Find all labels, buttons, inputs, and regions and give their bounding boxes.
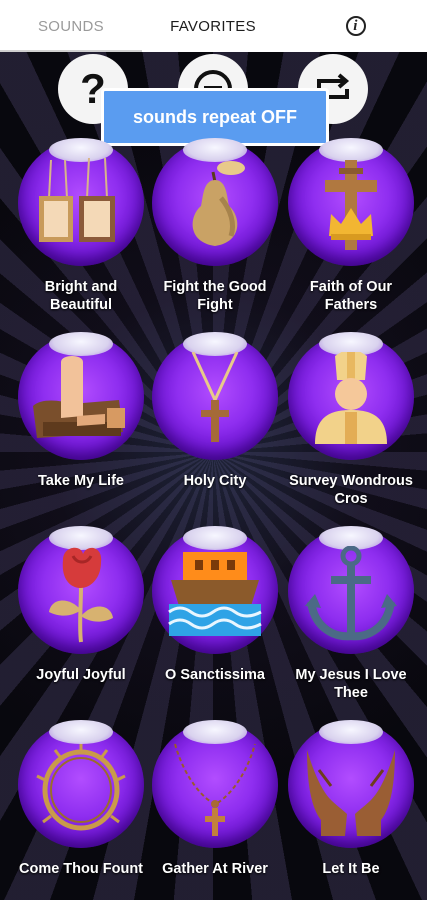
sound-button[interactable] — [288, 720, 414, 848]
bishop-icon — [315, 352, 387, 444]
sound-item[interactable]: Bright and Beautiful — [14, 138, 148, 314]
sound-button[interactable] — [18, 526, 144, 654]
sound-label: Come Thou Fount — [18, 861, 144, 877]
anchor-icon — [305, 546, 397, 641]
sound-label: Survey Wondrous Cros — [289, 473, 413, 507]
rose-icon — [49, 547, 113, 643]
sound-button[interactable] — [152, 526, 278, 654]
tab-sounds[interactable]: SOUNDS — [0, 0, 142, 52]
sound-item[interactable]: Holy City — [148, 332, 282, 490]
sound-button[interactable] — [152, 720, 278, 848]
sound-item[interactable]: O Sanctissima — [148, 526, 282, 684]
cross-crown-icon — [325, 160, 377, 250]
sound-button[interactable] — [18, 138, 144, 266]
sound-label: Take My Life — [38, 473, 124, 489]
sound-label: Holy City — [183, 473, 247, 489]
sound-label: Gather At River — [162, 861, 268, 877]
sound-button[interactable] — [288, 138, 414, 266]
sound-item[interactable]: Joyful Joyful — [14, 526, 148, 684]
cross-necklace-icon — [191, 352, 239, 442]
sound-button[interactable] — [18, 720, 144, 848]
tab-favorites[interactable]: FAVORITES — [142, 0, 284, 52]
crown-of-thorns-icon — [36, 744, 126, 831]
sound-label: Bright and Beautiful — [44, 279, 118, 313]
sound-label: Faith of Our Fathers — [309, 279, 393, 313]
tab-bar: SOUNDS FAVORITES i — [0, 0, 427, 52]
rosary-icon — [174, 743, 256, 836]
sound-item[interactable]: Faith of Our Fathers — [284, 138, 418, 314]
sound-item[interactable]: Take My Life — [14, 332, 148, 490]
sound-item[interactable]: Let It Be — [284, 720, 418, 878]
sound-item[interactable]: Survey Wondrous Cros — [284, 332, 418, 508]
sound-item[interactable]: My Jesus I Love Thee — [284, 526, 418, 702]
sound-button[interactable] — [288, 332, 414, 460]
tab-info[interactable]: i — [284, 0, 427, 52]
sound-label: Fight the Good Fight — [163, 279, 267, 313]
sound-label: Joyful Joyful — [36, 667, 126, 683]
sound-button[interactable] — [152, 138, 278, 266]
sound-item[interactable]: Fight the Good Fight — [148, 138, 282, 314]
info-icon: i — [345, 16, 366, 36]
sound-button[interactable] — [152, 332, 278, 460]
hand-on-bible-icon — [33, 356, 125, 438]
sound-label: O Sanctissima — [165, 667, 265, 683]
picture-frames-icon — [39, 158, 115, 242]
sound-label: My Jesus I Love Thee — [295, 667, 407, 701]
praying-hands-icon — [307, 750, 395, 836]
sound-button[interactable] — [18, 332, 144, 460]
sound-button[interactable] — [288, 526, 414, 654]
sound-label: Let It Be — [322, 861, 380, 877]
sound-item[interactable]: Gather At River — [148, 720, 282, 878]
noahs-ark-icon — [168, 552, 262, 636]
pear-icon — [192, 161, 245, 246]
sound-item[interactable]: Come Thou Fount — [14, 720, 148, 878]
